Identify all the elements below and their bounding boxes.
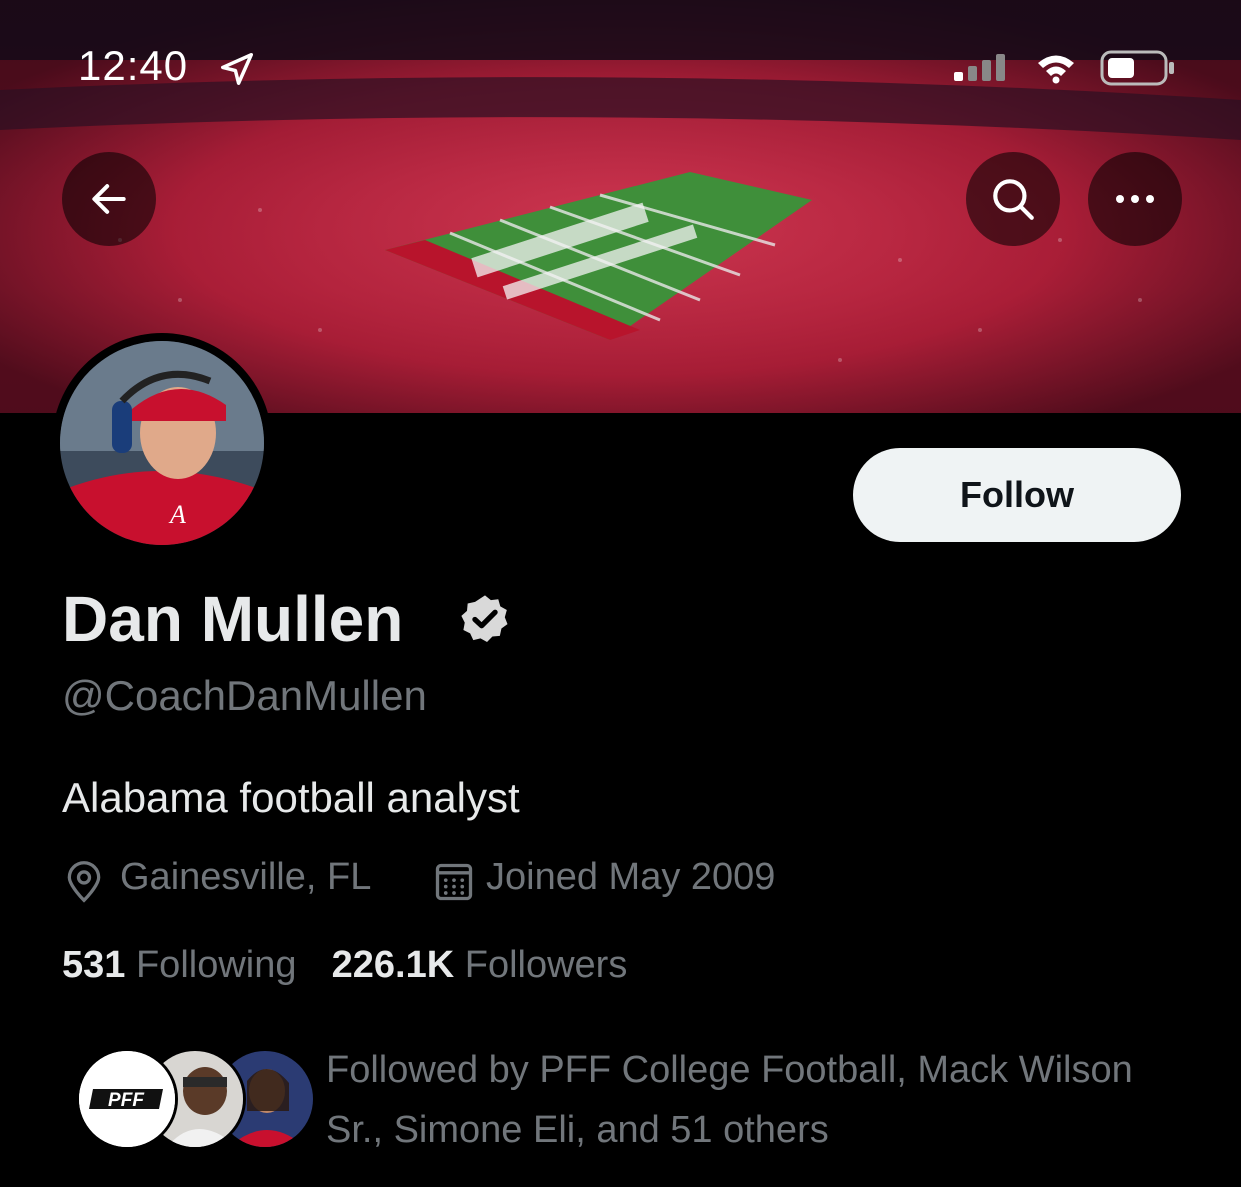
followers-label: Followers <box>464 944 628 986</box>
wifi-icon <box>1038 55 1074 84</box>
more-options-button[interactable] <box>1088 152 1182 246</box>
followed-by-text[interactable]: Followed by PFF College Football, Mack W… <box>326 1040 1146 1160</box>
followers-link[interactable]: 226.1K Followers <box>332 944 628 986</box>
profile-avatar[interactable]: A <box>52 333 272 553</box>
following-link[interactable]: 531 Following <box>62 944 307 986</box>
profile-handle: @CoachDanMullen <box>62 672 427 719</box>
profile-bio: Alabama football analyst <box>62 774 520 821</box>
back-button[interactable] <box>62 152 156 246</box>
location-arrow-icon <box>221 53 253 85</box>
following-count: 531 <box>62 944 126 986</box>
display-name: Dan Mullen <box>62 583 404 655</box>
search-button[interactable] <box>966 152 1060 246</box>
followers-count: 226.1K <box>331 944 455 986</box>
follow-stats: 531 Following 226.1K Followers <box>62 944 627 987</box>
verified-badge-icon[interactable] <box>458 592 512 646</box>
more-icon <box>1116 195 1154 203</box>
signal-icon <box>954 54 1005 81</box>
battery-icon <box>1100 50 1174 86</box>
calendar-icon <box>435 863 473 901</box>
pff-logo-text: PFF <box>108 1090 145 1111</box>
profile-location: Gainesville, FL <box>120 856 372 898</box>
back-arrow-icon <box>92 184 126 214</box>
follow-button[interactable]: Follow <box>853 448 1181 542</box>
avatar-image: A <box>60 341 264 545</box>
location-pin-icon <box>67 861 101 903</box>
status-time: 12:40 <box>78 42 189 89</box>
search-icon <box>993 179 1034 220</box>
following-label: Following <box>135 944 297 986</box>
svg-text:A: A <box>168 500 186 529</box>
pff-avatar: PFF <box>76 1048 178 1150</box>
pff-logo: PFF <box>79 1051 175 1147</box>
followed-by-avatars[interactable]: PFF <box>76 1048 316 1150</box>
profile-joined-date: Joined May 2009 <box>486 856 776 898</box>
